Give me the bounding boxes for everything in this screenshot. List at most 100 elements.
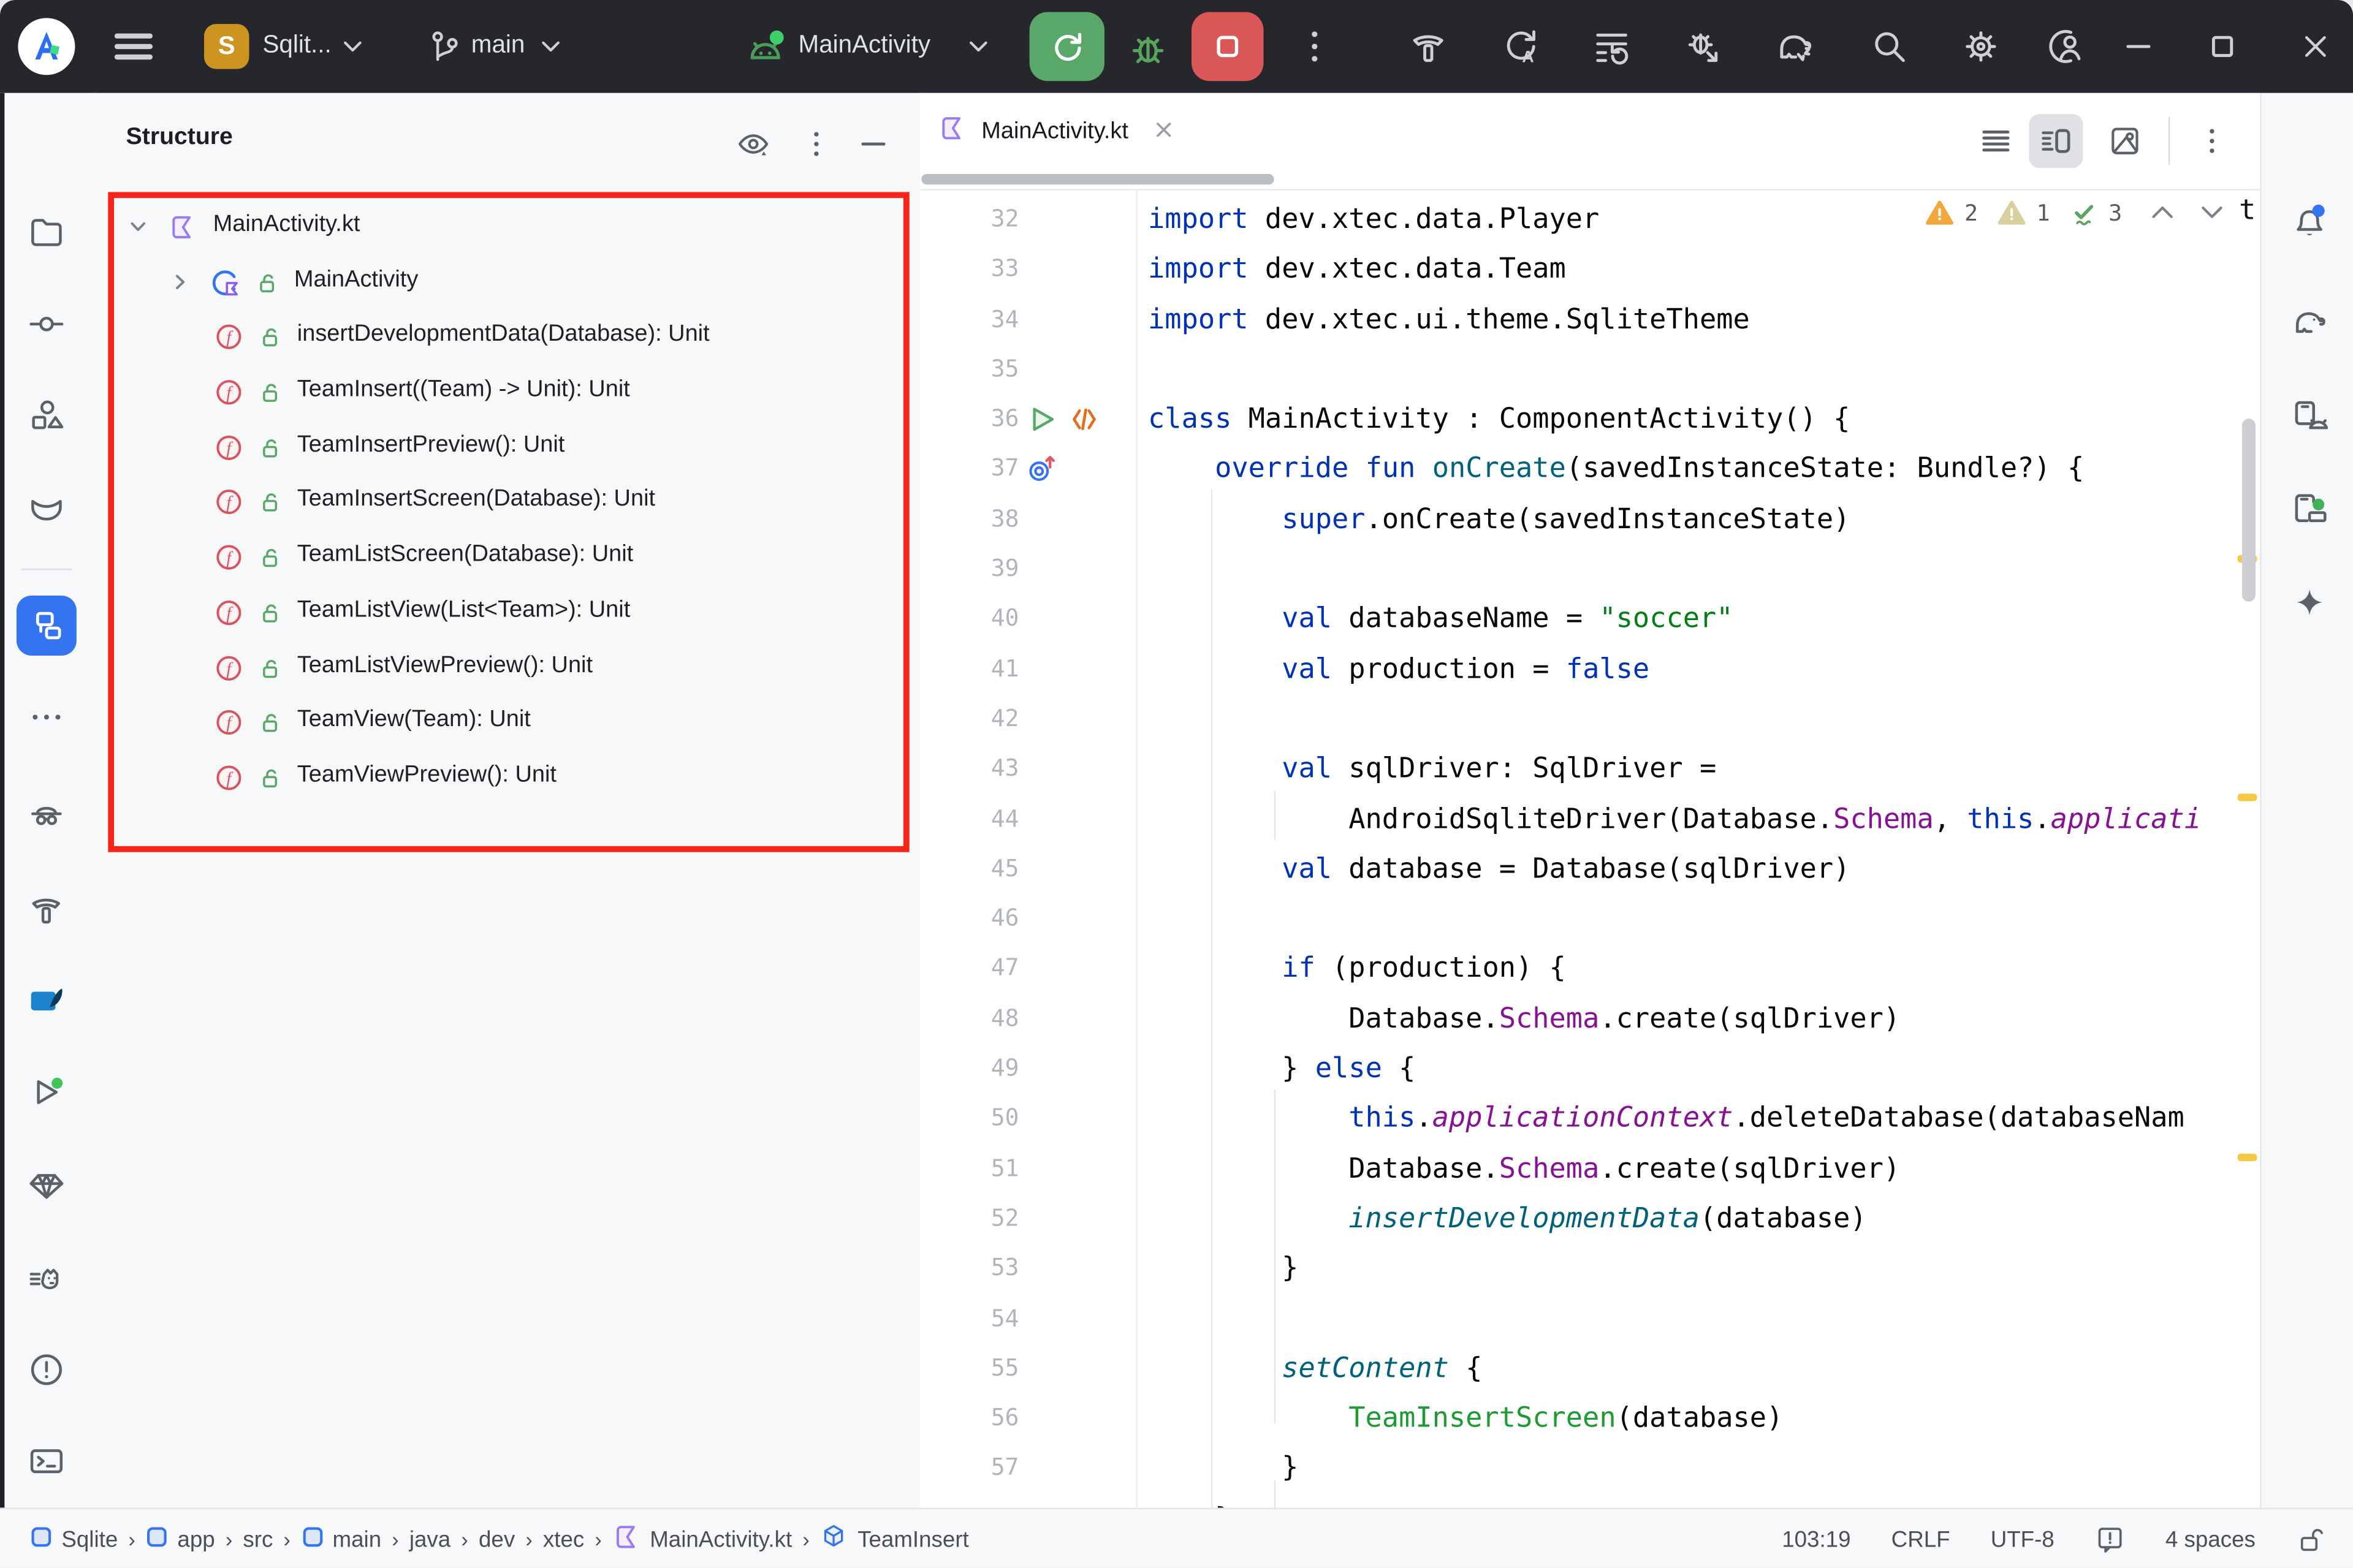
gradle-icon[interactable]	[2290, 303, 2329, 343]
code-line[interactable]: 54	[920, 1294, 2260, 1344]
app-quality-insights-icon[interactable]	[27, 489, 66, 528]
main-menu-icon[interactable]	[111, 29, 156, 65]
more-actions-icon[interactable]	[1294, 26, 1336, 68]
stop-button[interactable]	[1192, 12, 1264, 81]
notification-square-icon[interactable]	[2095, 1524, 2125, 1555]
code-line[interactable]: 34import dev.xtec.ui.theme.SqliteTheme	[920, 295, 2260, 345]
apply-changes-icon[interactable]	[1591, 26, 1633, 68]
warning-stripe-mark[interactable]	[2238, 793, 2257, 801]
app-inspection-icon[interactable]	[27, 795, 66, 835]
code-line[interactable]: 43 val sqlDriver: SqlDriver =	[920, 744, 2260, 795]
vertical-scrollbar-thumb[interactable]	[2242, 419, 2256, 602]
code-line[interactable]: 58 }	[920, 1494, 2260, 1508]
rerun-button[interactable]	[1030, 12, 1104, 81]
problems-icon[interactable]	[27, 1350, 66, 1390]
breadcrumb-item[interactable]: Sqlite	[30, 1525, 118, 1554]
close-button[interactable]	[2302, 33, 2329, 60]
code-editor[interactable]: 32import dev.xtec.data.Player33import de…	[920, 189, 2260, 1507]
code-line[interactable]: 56 TeamInsertScreen(database)	[920, 1394, 2260, 1444]
logcat-icon[interactable]	[27, 1259, 66, 1298]
code-line[interactable]: 50 this.applicationContext.deleteDatabas…	[920, 1094, 2260, 1145]
code-line[interactable]: 39	[920, 545, 2260, 595]
breadcrumb-item[interactable]: dev	[479, 1526, 515, 1552]
branch-selector[interactable]: main	[471, 31, 525, 60]
run-gutter-icon[interactable]	[1025, 400, 1059, 440]
build-icon[interactable]	[27, 890, 66, 929]
breadcrumb-item[interactable]: TeamInsert	[820, 1522, 969, 1556]
notifications-bell-icon[interactable]	[2290, 201, 2329, 240]
close-tab-icon[interactable]	[1155, 118, 1172, 145]
code-line[interactable]: 52 insertDevelopmentData(database)	[920, 1194, 2260, 1244]
resource-manager-icon[interactable]	[27, 396, 66, 435]
structure-tool-button[interactable]	[17, 596, 77, 656]
view-options-eye-icon[interactable]	[736, 126, 769, 159]
design-view-icon[interactable]	[2107, 123, 2143, 159]
run-configuration-selector[interactable]: MainActivity	[799, 31, 931, 60]
project-selector[interactable]: Sqlit...	[262, 31, 331, 60]
override-gutter-icon[interactable]	[1025, 449, 1059, 490]
code-line[interactable]: 53 }	[920, 1244, 2260, 1294]
maximize-button[interactable]	[2210, 34, 2234, 58]
code-line[interactable]: 46	[920, 895, 2260, 945]
breadcrumb-item[interactable]: java	[409, 1526, 450, 1552]
code-line[interactable]: 36class MainActivity : ComponentActivity…	[920, 395, 2260, 445]
code-line[interactable]: 44 AndroidSqliteDriver(Database.Schema, …	[920, 795, 2260, 845]
code-line[interactable]: 35	[920, 345, 2260, 395]
code-view-icon[interactable]	[1978, 123, 2014, 159]
breadcrumb-item[interactable]: app	[146, 1525, 215, 1554]
breadcrumb-item[interactable]: main	[301, 1525, 381, 1554]
caret-position[interactable]: 103:19	[1782, 1526, 1850, 1552]
file-encoding[interactable]: UTF-8	[1991, 1526, 2055, 1552]
search-everywhere-icon[interactable]	[1868, 26, 1910, 68]
gutter-icons[interactable]	[1025, 449, 1059, 490]
code-line[interactable]: 51 Database.Schema.create(sqlDriver)	[920, 1144, 2260, 1194]
breadcrumb-item[interactable]: MainActivity.kt	[612, 1522, 792, 1556]
gemini-spark-icon[interactable]	[2290, 583, 2329, 623]
hide-panel-icon[interactable]	[856, 126, 889, 159]
gradle-sync-icon[interactable]	[1774, 26, 1816, 68]
code-line[interactable]: 45 val database = Database(sqlDriver)	[920, 844, 2260, 895]
panel-options-kebab-icon[interactable]	[799, 126, 832, 159]
code-line[interactable]: 55 setContent {	[920, 1344, 2260, 1394]
indent-setting[interactable]: 4 spaces	[2165, 1526, 2256, 1552]
compose-gutter-icon[interactable]	[1065, 400, 1103, 440]
code-line[interactable]: 47 if (production) {	[920, 944, 2260, 994]
code-line[interactable]: 57 }	[920, 1444, 2260, 1494]
error-stripe[interactable]	[2235, 189, 2260, 1507]
editor-options-kebab-icon[interactable]	[2194, 123, 2230, 159]
tab-scroll-indicator[interactable]	[921, 174, 1274, 184]
run-icon[interactable]	[27, 1073, 66, 1112]
project-icon[interactable]: S	[204, 24, 249, 69]
device-manager-icon[interactable]	[2290, 396, 2329, 435]
minimize-button[interactable]	[2126, 42, 2150, 51]
sync-and-refresh-icon[interactable]: A	[1499, 26, 1541, 68]
breadcrumb-item[interactable]: xtec	[543, 1526, 584, 1552]
split-view-icon[interactable]	[2038, 123, 2074, 159]
code-line[interactable]: 41 val production = false	[920, 645, 2260, 695]
gutter-icons[interactable]	[1025, 400, 1103, 440]
unlock-icon[interactable]	[2296, 1524, 2326, 1555]
running-devices-icon[interactable]	[2290, 489, 2329, 528]
sqlite-icon[interactable]	[27, 981, 66, 1020]
code-line[interactable]: 49 } else {	[920, 1044, 2260, 1094]
inspection-widget[interactable]: 2 1 3	[1925, 198, 2224, 227]
editor-tab[interactable]: MainActivity.kt	[938, 114, 1172, 150]
more-tool-windows-icon[interactable]	[27, 698, 66, 737]
previous-problem-icon[interactable]	[2151, 204, 2175, 221]
next-problem-icon[interactable]	[2200, 204, 2224, 221]
project-folder-icon[interactable]	[27, 213, 66, 252]
debug-button[interactable]	[1125, 26, 1170, 78]
build-icon[interactable]	[1408, 26, 1450, 68]
code-line[interactable]: 37 override fun onCreate(savedInstanceSt…	[920, 445, 2260, 495]
profile-icon[interactable]	[2045, 26, 2088, 68]
warning-stripe-mark[interactable]	[2238, 1154, 2257, 1161]
attach-debugger-icon[interactable]	[1682, 26, 1725, 68]
terminal-icon[interactable]	[27, 1442, 66, 1481]
code-line[interactable]: 48 Database.Schema.create(sqlDriver)	[920, 994, 2260, 1045]
code-line[interactable]: 33import dev.xtec.data.Team	[920, 245, 2260, 295]
code-line[interactable]: 40 val databaseName = "soccer"	[920, 594, 2260, 645]
dependencies-gem-icon[interactable]	[27, 1165, 66, 1205]
line-separator[interactable]: CRLF	[1891, 1526, 1950, 1552]
code-line[interactable]: 42	[920, 695, 2260, 745]
settings-gear-icon[interactable]	[1960, 26, 2002, 68]
